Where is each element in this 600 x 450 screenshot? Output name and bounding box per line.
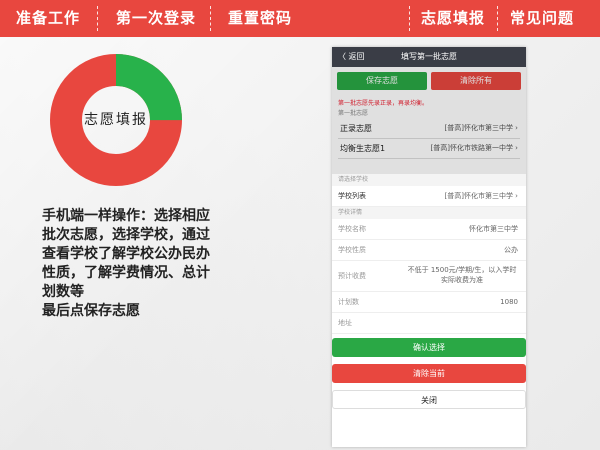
detail-value: 不低于 1500元/学期/生，以入学时实际收费为准 [407,266,517,284]
detail-label: 预计收费 [338,272,366,280]
nav-divider [97,6,98,31]
phone-title: 填写第一批志愿 [401,52,457,61]
sheet-caption: 学校详情 [332,207,526,219]
clear-all-button[interactable]: 清除所有 [431,72,521,90]
volunteer-value: [普高]怀化市铁路第一中学 › [430,144,519,152]
volunteer-label: 正录志愿 [340,124,372,133]
nav-item-prep[interactable]: 准备工作 [16,0,80,37]
detail-row: 地址 [332,313,526,334]
school-list-value: [普高]怀化市第三中学 › [444,192,519,200]
nav-item-volunteer-fill[interactable]: 志愿填报 [421,0,485,37]
instruction-line: 批次志愿，选择学校，通过 [42,227,210,243]
top-nav-bar: 准备工作 第一次登录 重置密码 志愿填报 常见问题 [0,0,600,37]
instruction-line: 查看学校了解学校公办民办 [42,246,210,262]
donut-label: 志愿填报 [84,112,148,128]
school-select-sheet: 请选择学校 学校列表 [普高]怀化市第三中学 › 学校详情 学校名称 怀化市第三… [332,174,526,334]
donut-chart: 志愿填报 [48,52,184,188]
detail-label: 学校名称 [338,225,366,233]
detail-row: 计划数 1080 [332,292,526,313]
nav-divider [497,6,498,31]
section-heading: 第一批志愿 [338,110,369,117]
detail-row: 学校性质 公办 [332,240,526,261]
confirm-select-button[interactable]: 确认选择 [332,338,526,357]
instruction-text: 手机端一样操作：选择相应 批次志愿，选择学校，通过 查看学校了解学校公办民办 性… [42,207,292,321]
notice-text: 第一批志愿先录正录，再录均衡。 [338,100,429,107]
instruction-line: 最后点保存志愿 [42,303,140,319]
save-volunteer-button[interactable]: 保存志愿 [337,72,427,90]
clear-current-button[interactable]: 清除当前 [332,364,526,383]
volunteer-row[interactable]: 正录志愿 [普高]怀化市第三中学 › [338,119,520,139]
detail-value: 公办 [504,246,518,254]
detail-label: 学校性质 [338,246,366,254]
detail-row: 学校名称 怀化市第三中学 [332,219,526,240]
close-button[interactable]: 关闭 [332,390,526,409]
phone-screenshot: 〈 返回 填写第一批志愿 保存志愿 清除所有 第一批志愿先录正录，再录均衡。 第… [332,47,526,447]
detail-row: 预计收费 不低于 1500元/学期/生，以入学时实际收费为准 [332,261,526,292]
nav-item-faq[interactable]: 常见问题 [510,0,574,37]
nav-divider [210,6,211,31]
nav-item-reset-password[interactable]: 重置密码 [228,0,292,37]
school-list-label: 学校列表 [338,192,366,200]
detail-value: 怀化市第三中学 [469,225,518,233]
sheet-caption: 请选择学校 [332,174,526,186]
detail-label: 地址 [338,319,352,327]
nav-item-first-login[interactable]: 第一次登录 [116,0,196,37]
detail-label: 计划数 [338,298,359,306]
phone-action-row: 保存志愿 清除所有 [332,67,526,95]
volunteer-value: [普高]怀化市第三中学 › [444,124,519,132]
volunteer-label: 均衡生志愿1 [340,144,386,153]
school-list-row[interactable]: 学校列表 [普高]怀化市第三中学 › [332,186,526,207]
instruction-line: 划数等 [42,284,84,300]
detail-value: 1080 [500,298,518,306]
phone-header: 〈 返回 填写第一批志愿 [332,47,526,67]
instruction-line: 性质，了解学费情况、总计 [42,265,210,281]
volunteer-row[interactable]: 均衡生志愿1 [普高]怀化市铁路第一中学 › [338,139,520,159]
instruction-line: 手机端一样操作：选择相应 [42,208,210,224]
nav-divider [409,6,410,31]
